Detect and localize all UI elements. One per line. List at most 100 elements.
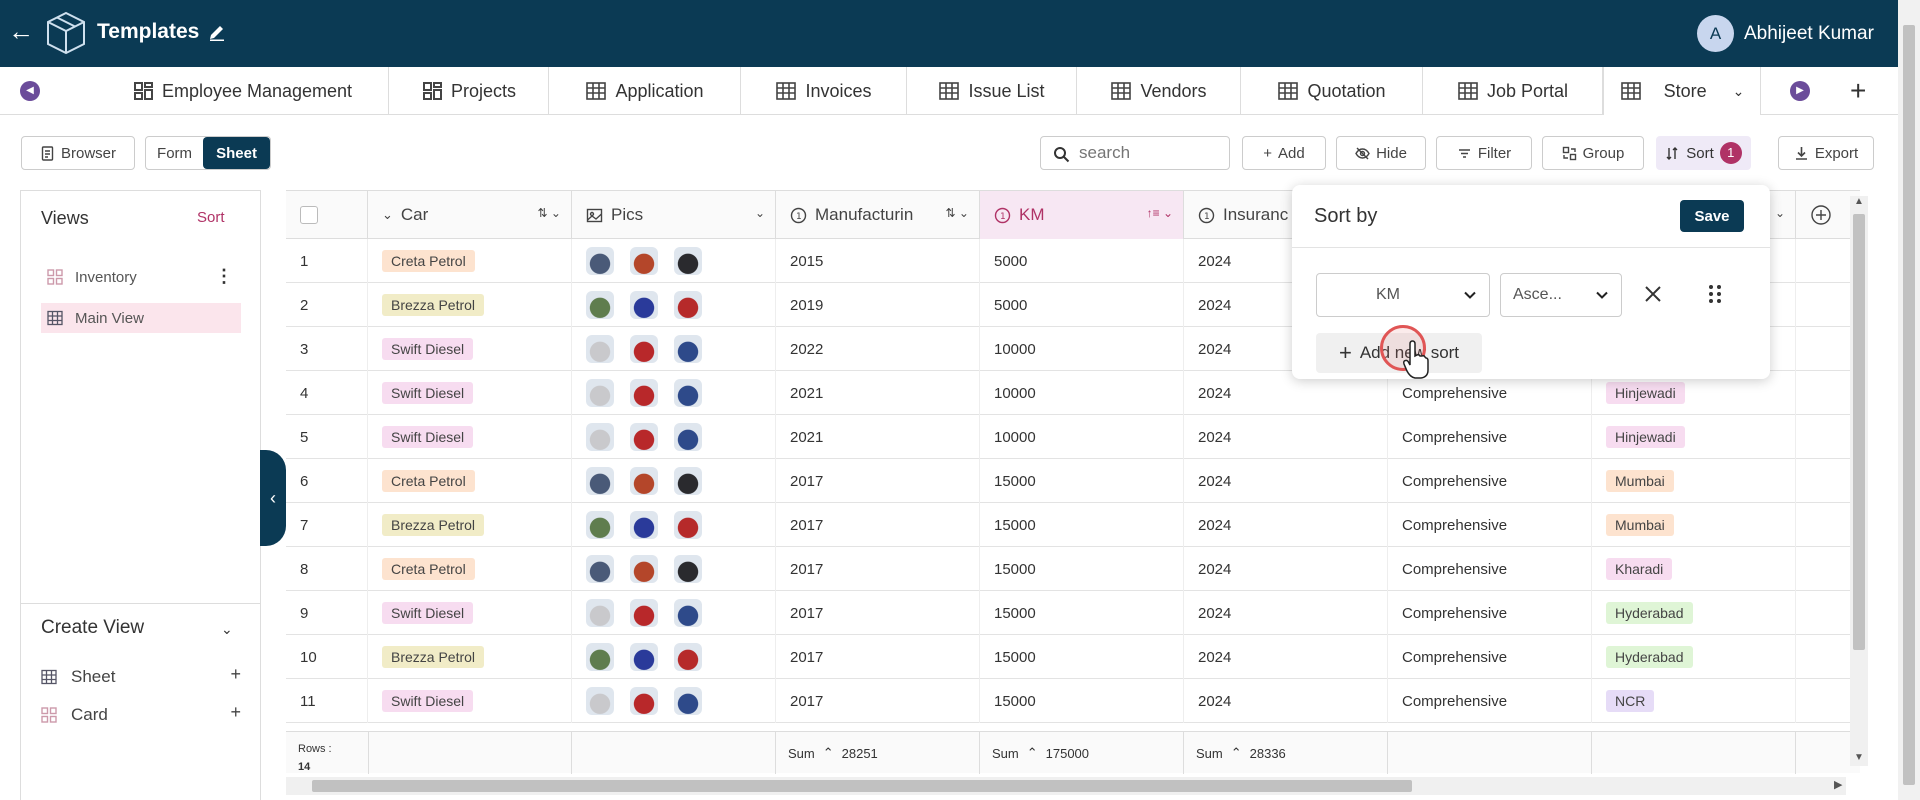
car-photo-thumbnail[interactable] xyxy=(586,291,614,319)
column-header-km[interactable]: 1 KM ↑≡ ⌄ xyxy=(980,191,1184,239)
sort-arrows-icon[interactable]: ⇅ ⌄ xyxy=(946,206,969,220)
car-photo-thumbnail[interactable] xyxy=(630,291,658,319)
car-photo-thumbnail[interactable] xyxy=(586,335,614,363)
car-photo-thumbnail[interactable] xyxy=(586,555,614,583)
sort-direction-select[interactable]: Asce... xyxy=(1500,273,1622,317)
km-cell[interactable]: 15000 xyxy=(980,547,1184,591)
pics-cell[interactable] xyxy=(572,415,776,459)
manufacturing-cell[interactable]: 2015 xyxy=(776,239,980,283)
km-cell[interactable]: 5000 xyxy=(980,239,1184,283)
car-cell[interactable]: Creta Petrol xyxy=(368,547,572,591)
car-photo-thumbnail[interactable] xyxy=(674,599,702,627)
more-vertical-icon[interactable]: ⋮ xyxy=(215,266,233,287)
table-row[interactable]: 7 Brezza Petrol 2017 15000 2024 Comprehensive… xyxy=(286,503,1860,547)
export-button[interactable]: Export xyxy=(1778,136,1874,170)
table-row[interactable]: 10 Brezza Petrol 2017 15000 2024 Comprehensiv… xyxy=(286,635,1860,679)
vertical-scrollbar[interactable]: ▲ ▼ xyxy=(1850,196,1868,766)
filter-button[interactable]: Filter xyxy=(1436,136,1532,170)
car-photo-thumbnail[interactable] xyxy=(586,599,614,627)
pics-cell[interactable] xyxy=(572,239,776,283)
insurance-cell[interactable]: 2024 xyxy=(1184,547,1388,591)
browser-button[interactable]: Browser xyxy=(21,136,135,170)
chevron-down-icon[interactable]: ⌄ xyxy=(221,621,233,638)
insurance-type-cell[interactable]: Comprehensive xyxy=(1388,415,1592,459)
car-photo-thumbnail[interactable] xyxy=(630,247,658,275)
horizontal-scrollbar[interactable]: ▶ xyxy=(286,777,1846,795)
manufacturing-cell[interactable]: 2021 xyxy=(776,415,980,459)
car-cell[interactable]: Swift Diesel xyxy=(368,415,572,459)
car-photo-thumbnail[interactable] xyxy=(586,643,614,671)
tabs-scroll-left-icon[interactable]: ◀ xyxy=(20,81,40,101)
group-button[interactable]: Group xyxy=(1542,136,1644,170)
car-photo-thumbnail[interactable] xyxy=(630,643,658,671)
plus-icon[interactable]: + xyxy=(230,664,241,685)
user-name[interactable]: Abhijeet Kumar xyxy=(1744,23,1874,45)
pics-cell[interactable] xyxy=(572,327,776,371)
scroll-down-icon[interactable]: ▼ xyxy=(1854,752,1864,763)
view-item-inventory[interactable]: Inventory ⋮ xyxy=(41,262,241,292)
table-row[interactable]: 11 Swift Diesel 2017 15000 2024 Comprehensive… xyxy=(286,679,1860,723)
location-cell[interactable]: Mumbai xyxy=(1592,459,1796,503)
car-photo-thumbnail[interactable] xyxy=(630,511,658,539)
back-arrow-icon[interactable]: ← xyxy=(8,18,36,46)
car-photo-thumbnail[interactable] xyxy=(630,599,658,627)
scroll-right-icon[interactable]: ▶ xyxy=(1834,778,1842,791)
location-cell[interactable]: NCR xyxy=(1592,679,1796,723)
km-cell[interactable]: 15000 xyxy=(980,591,1184,635)
close-icon[interactable] xyxy=(1640,281,1666,307)
page-scrollbar[interactable] xyxy=(1898,0,1920,800)
car-photo-thumbnail[interactable] xyxy=(630,687,658,715)
car-photo-thumbnail[interactable] xyxy=(586,379,614,407)
insurance-cell[interactable]: 2024 xyxy=(1184,459,1388,503)
car-cell[interactable]: Creta Petrol xyxy=(368,459,572,503)
car-photo-thumbnail[interactable] xyxy=(674,511,702,539)
location-cell[interactable]: Hinjewadi xyxy=(1592,415,1796,459)
car-photo-thumbnail[interactable] xyxy=(674,467,702,495)
manufacturing-cell[interactable]: 2017 xyxy=(776,591,980,635)
location-cell[interactable]: Mumbai xyxy=(1592,503,1796,547)
car-photo-thumbnail[interactable] xyxy=(674,555,702,583)
insurance-cell[interactable]: 2024 xyxy=(1184,679,1388,723)
insurance-cell[interactable]: 2024 xyxy=(1184,503,1388,547)
tab-job-portal[interactable]: Job Portal xyxy=(1423,67,1603,115)
scroll-up-icon[interactable]: ▲ xyxy=(1854,196,1864,207)
manufacturing-cell[interactable]: 2017 xyxy=(776,635,980,679)
car-photo-thumbnail[interactable] xyxy=(630,467,658,495)
km-cell[interactable]: 10000 xyxy=(980,415,1184,459)
manufacturing-cell[interactable]: 2021 xyxy=(776,371,980,415)
footer-sum-manufacturing[interactable]: Sum ⌃ 28251 xyxy=(776,732,980,774)
insurance-type-cell[interactable]: Comprehensive xyxy=(1388,459,1592,503)
insurance-cell[interactable]: 2024 xyxy=(1184,591,1388,635)
save-button[interactable]: Save xyxy=(1680,200,1744,232)
sort-field-select[interactable]: KM xyxy=(1316,273,1490,317)
pics-cell[interactable] xyxy=(572,283,776,327)
tab-vendors[interactable]: Vendors xyxy=(1077,67,1241,115)
view-item-main-view[interactable]: Main View xyxy=(41,303,241,333)
plus-icon[interactable]: + xyxy=(230,702,241,723)
car-cell[interactable]: Swift Diesel xyxy=(368,327,572,371)
footer-sum-km[interactable]: Sum ⌃ 175000 xyxy=(980,732,1184,774)
car-photo-thumbnail[interactable] xyxy=(586,247,614,275)
location-cell[interactable]: Hyderabad xyxy=(1592,591,1796,635)
table-row[interactable]: 8 Creta Petrol 2017 15000 2024 Comprehensive K… xyxy=(286,547,1860,591)
car-photo-thumbnail[interactable] xyxy=(586,467,614,495)
sort-arrows-icon[interactable]: ⇅ ⌄ xyxy=(538,206,561,220)
car-photo-thumbnail[interactable] xyxy=(674,335,702,363)
car-cell[interactable]: Brezza Petrol xyxy=(368,503,572,547)
insurance-type-cell[interactable]: Comprehensive xyxy=(1388,547,1592,591)
tab-store[interactable]: Store ⌄ xyxy=(1603,67,1761,115)
create-card-view[interactable]: Card + xyxy=(41,702,241,728)
car-cell[interactable]: Swift Diesel xyxy=(368,679,572,723)
tabs-scroll-right-icon[interactable]: ▶ xyxy=(1790,81,1810,101)
car-photo-thumbnail[interactable] xyxy=(674,423,702,451)
pics-cell[interactable] xyxy=(572,371,776,415)
location-cell[interactable]: Hyderabad xyxy=(1592,635,1796,679)
car-photo-thumbnail[interactable] xyxy=(630,379,658,407)
column-header-manufacturing[interactable]: 1 Manufacturin ⇅ ⌄ xyxy=(776,191,980,239)
pics-cell[interactable] xyxy=(572,679,776,723)
tab-invoices[interactable]: Invoices xyxy=(741,67,907,115)
add-tab-icon[interactable]: + xyxy=(1850,75,1866,107)
pics-cell[interactable] xyxy=(572,635,776,679)
insurance-cell[interactable]: 2024 xyxy=(1184,635,1388,679)
km-cell[interactable]: 15000 xyxy=(980,635,1184,679)
